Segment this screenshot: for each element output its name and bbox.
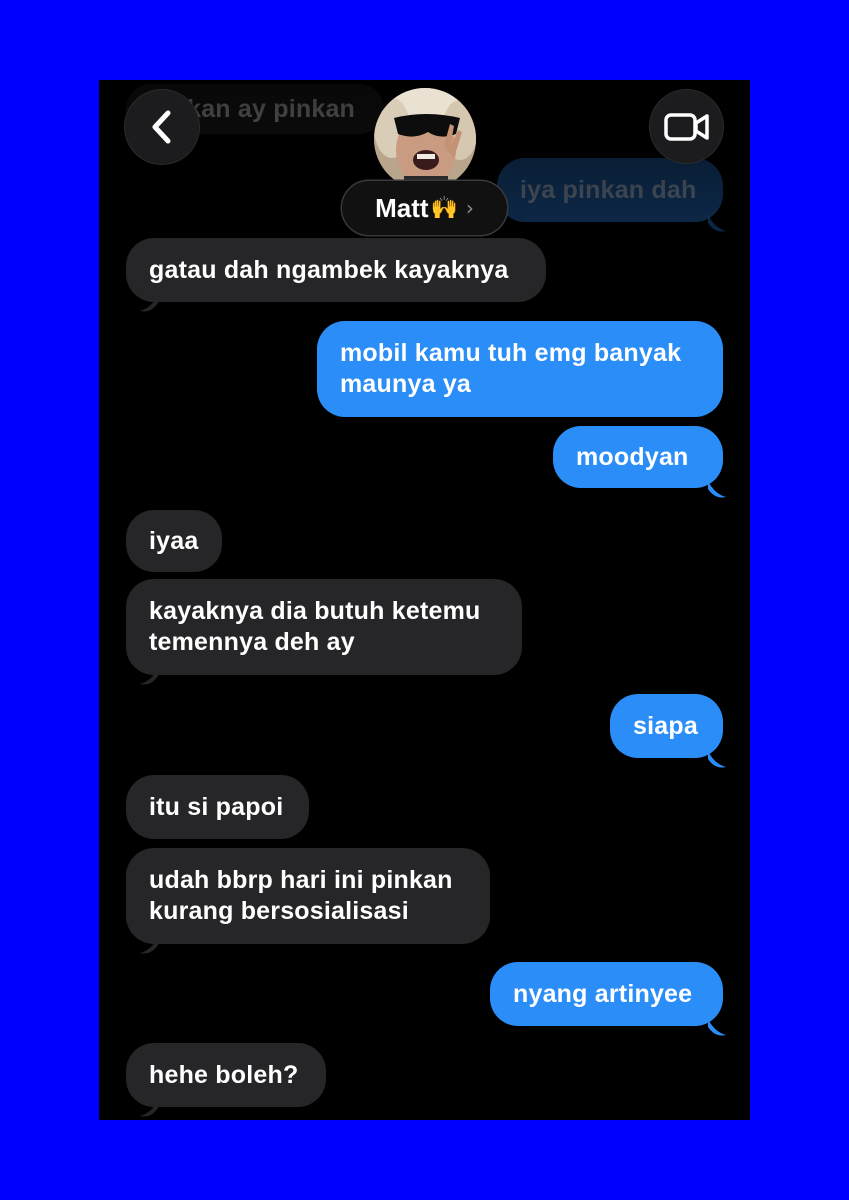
message-bubble-outgoing[interactable]: mobil kamu tuh emg banyak maunya ya [317, 321, 723, 417]
message-bubble-incoming[interactable]: iyaa [126, 510, 222, 572]
message-bubble-outgoing[interactable]: nyang artinyee [490, 962, 723, 1026]
bubble-tail [140, 668, 158, 685]
video-camera-icon [663, 112, 709, 141]
message-text: kayaknya dia butuh ketemu temennya deh a… [149, 597, 481, 656]
message-text: itu si papoi [149, 792, 284, 821]
message-bubble-incoming[interactable]: itu si papoi [126, 775, 309, 839]
back-button[interactable] [125, 90, 199, 164]
bubble-tail [140, 1100, 158, 1117]
chevron-left-icon [152, 110, 171, 144]
bubble-tail [708, 1019, 726, 1036]
bubble-tail [140, 295, 158, 312]
raised-hands-emoji: 🙌 [430, 195, 458, 221]
message-bubble-incoming[interactable]: kayaknya dia butuh ketemu temennya deh a… [126, 579, 522, 675]
message-bubble-outgoing[interactable]: moodyan [553, 426, 723, 488]
message-text: siapa [633, 711, 698, 740]
message-text: moodyan [576, 442, 689, 471]
message-bubble-incoming[interactable]: gatau dah ngambek kayaknya [126, 238, 546, 302]
bubble-tail [708, 481, 726, 498]
chat-screen: pinkan ay pinkan iya pinkan dah Matt 🙌 ›… [99, 80, 750, 1120]
message-text: udah bbrp hari ini pinkan kurang bersosi… [149, 866, 453, 925]
contact-name-pill[interactable]: Matt 🙌 › [342, 181, 507, 235]
message-bubble-incoming[interactable]: udah bbrp hari ini pinkan kurang bersosi… [126, 848, 490, 944]
message-text: nyang artinyee [513, 979, 693, 1008]
avatar-image [374, 88, 476, 190]
message-text: gatau dah ngambek kayaknya [149, 255, 509, 284]
message-text: hehe boleh? [149, 1060, 299, 1089]
message-bubble-outgoing[interactable]: siapa [610, 694, 723, 758]
message-bubble-incoming[interactable]: hehe boleh? [126, 1043, 326, 1107]
message-text: iya pinkan dah [520, 175, 697, 204]
contact-name: Matt [375, 192, 429, 223]
message-bubble-outgoing[interactable]: iya pinkan dah [497, 158, 723, 222]
bubble-tail [708, 751, 726, 768]
video-call-button[interactable] [650, 90, 723, 163]
contact-avatar[interactable] [374, 88, 476, 190]
chevron-right-icon: › [465, 196, 474, 220]
bubble-tail [140, 937, 158, 954]
message-text: mobil kamu tuh emg banyak maunya ya [340, 339, 682, 398]
bubble-tail [708, 215, 726, 232]
message-text: iyaa [149, 526, 199, 555]
